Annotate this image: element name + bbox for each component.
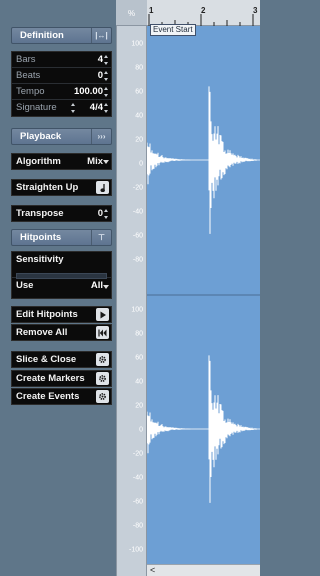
event-start-marker[interactable]: Event Start [150, 24, 196, 36]
scale-top-channel-tick: 80 [135, 64, 143, 72]
scale-unit-label: % [128, 9, 136, 18]
scale-top-channel-tick: 20 [135, 136, 143, 144]
slice-and-close-button[interactable]: Slice & Close [11, 351, 112, 368]
scale-bottom-channel-tick: -60 [132, 498, 143, 506]
horizontal-scrollbar[interactable]: < [147, 564, 260, 576]
note-icon[interactable] [96, 181, 109, 194]
beats-label: Beats [16, 70, 41, 81]
sample-editor-inspector: Definition |↔| Bars 4 Beats 0 Tempo 100.… [0, 0, 116, 576]
scale-bottom-channel-tick: 60 [135, 354, 143, 362]
signature-row[interactable]: Signature 4/4 [12, 100, 111, 116]
scale-top-channel-tick: 0 [139, 160, 143, 168]
straighten-up-toggle[interactable]: Straighten Up [11, 179, 112, 196]
use-value[interactable]: All [91, 280, 103, 291]
playback-header-label: Playback [20, 131, 62, 142]
create-markers-button[interactable]: Create Markers [11, 370, 112, 387]
hitpoint-settings: Sensitivity Use All [11, 251, 112, 299]
transpose-label: Transpose [16, 208, 64, 219]
scale-top-channel-tick: -80 [132, 256, 143, 264]
amplitude-scale: 100 80 60 40 20 0 -20 -40 -60 -80 100 80 60 40 20 0 -20 -… [116, 0, 147, 576]
scale-top-channel-tick: -20 [132, 184, 143, 192]
waveform-left-channel [146, 86, 260, 234]
signature-denominator-spinner-icon[interactable] [104, 103, 109, 113]
algorithm-value: Mix [87, 156, 103, 167]
scale-top-channel-tick: 60 [135, 88, 143, 96]
scale-bottom-channel-tick: 100 [131, 306, 143, 314]
algorithm-label: Algorithm [16, 156, 61, 167]
tempo-spinner-icon[interactable] [104, 87, 109, 97]
remove-all-button[interactable]: Remove All [11, 324, 112, 341]
ruler-mark-3: 3 [253, 6, 258, 15]
straighten-up-label: Straighten Up [16, 182, 79, 193]
expand-right-icon[interactable]: ››› [91, 129, 111, 144]
edit-hitpoints-button[interactable]: Edit Hitpoints [11, 306, 112, 323]
sensitivity-row[interactable]: Sensitivity [12, 252, 111, 279]
algorithm-select[interactable]: Algorithm Mix [11, 153, 112, 170]
gear-icon[interactable] [96, 390, 109, 403]
scale-top-channel-tick: 40 [135, 112, 143, 120]
transpose-field[interactable]: Transpose 0 [11, 205, 112, 222]
signature-value[interactable]: 4/4 [90, 102, 103, 113]
waveform-right-channel [146, 355, 260, 503]
tempo-value[interactable]: 100.00 [74, 86, 103, 97]
edit-hitpoints-label: Edit Hitpoints [16, 309, 78, 320]
fit-width-icon[interactable]: |↔| [91, 28, 111, 43]
scale-bottom-channel-tick: -20 [132, 450, 143, 458]
scale-bottom-channel-tick: -100 [128, 546, 143, 554]
scale-bottom-channel-tick: 40 [135, 378, 143, 386]
beats-row[interactable]: Beats 0 [12, 68, 111, 84]
bars-spinner-icon[interactable] [104, 55, 109, 65]
play-icon[interactable] [96, 308, 109, 321]
tempo-row[interactable]: Tempo 100.00 [12, 84, 111, 100]
scroll-left-icon[interactable]: < [150, 565, 155, 576]
definition-fields: Bars 4 Beats 0 Tempo 100.00 Signature 4/… [11, 51, 112, 117]
ruler-mark-2: 2 [201, 6, 206, 15]
chevron-down-icon [103, 160, 109, 164]
use-label: Use [16, 280, 34, 291]
hitpoints-header-label: Hitpoints [20, 232, 62, 243]
signature-label: Signature [16, 102, 57, 113]
scale-bottom-channel-tick: -40 [132, 474, 143, 482]
scale-top-channel-tick: 100 [131, 40, 143, 48]
waveform-display[interactable] [146, 26, 260, 564]
definition-header-label: Definition [20, 30, 64, 41]
create-events-label: Create Events [16, 391, 80, 402]
create-markers-label: Create Markers [16, 373, 85, 384]
definition-section-header[interactable]: Definition |↔| [11, 27, 112, 44]
bars-row[interactable]: Bars 4 [12, 52, 111, 68]
scale-bottom-channel-tick: -80 [132, 522, 143, 530]
gear-icon[interactable] [96, 372, 109, 385]
remove-all-label: Remove All [16, 327, 68, 338]
sensitivity-label: Sensitivity [16, 254, 64, 265]
gear-icon[interactable] [96, 353, 109, 366]
transpose-value[interactable]: 0 [98, 206, 103, 221]
ruler-mark-1: 1 [149, 6, 154, 15]
amplitude-scale-header: % [116, 0, 147, 26]
create-events-button[interactable]: Create Events [11, 388, 112, 405]
scale-bottom-channel-tick: 80 [135, 330, 143, 338]
playback-section-header[interactable]: Playback ››› [11, 128, 112, 145]
scale-bottom-channel-tick: 0 [139, 426, 143, 434]
transpose-spinner-icon[interactable] [104, 209, 109, 219]
beats-value[interactable]: 0 [98, 70, 103, 81]
slice-and-close-label: Slice & Close [16, 354, 77, 365]
scale-bottom-channel-tick: 20 [135, 402, 143, 410]
scale-top-channel-tick: -60 [132, 232, 143, 240]
waveform-canvas [146, 86, 260, 503]
bars-value[interactable]: 4 [98, 54, 103, 65]
hitpoint-marker-icon[interactable]: ⊤ [91, 230, 111, 245]
timeline-ruler[interactable]: 1 2 3 [147, 0, 260, 26]
signature-numerator-spinner-icon[interactable] [71, 103, 76, 113]
skip-back-icon[interactable] [96, 326, 109, 339]
beats-spinner-icon[interactable] [104, 71, 109, 81]
use-row[interactable]: Use All [12, 278, 111, 294]
hitpoints-section-header[interactable]: Hitpoints ⊤ [11, 229, 112, 246]
bars-label: Bars [16, 54, 36, 65]
chevron-down-icon [103, 285, 109, 289]
tempo-label: Tempo [16, 86, 45, 97]
scale-top-channel-tick: -40 [132, 208, 143, 216]
